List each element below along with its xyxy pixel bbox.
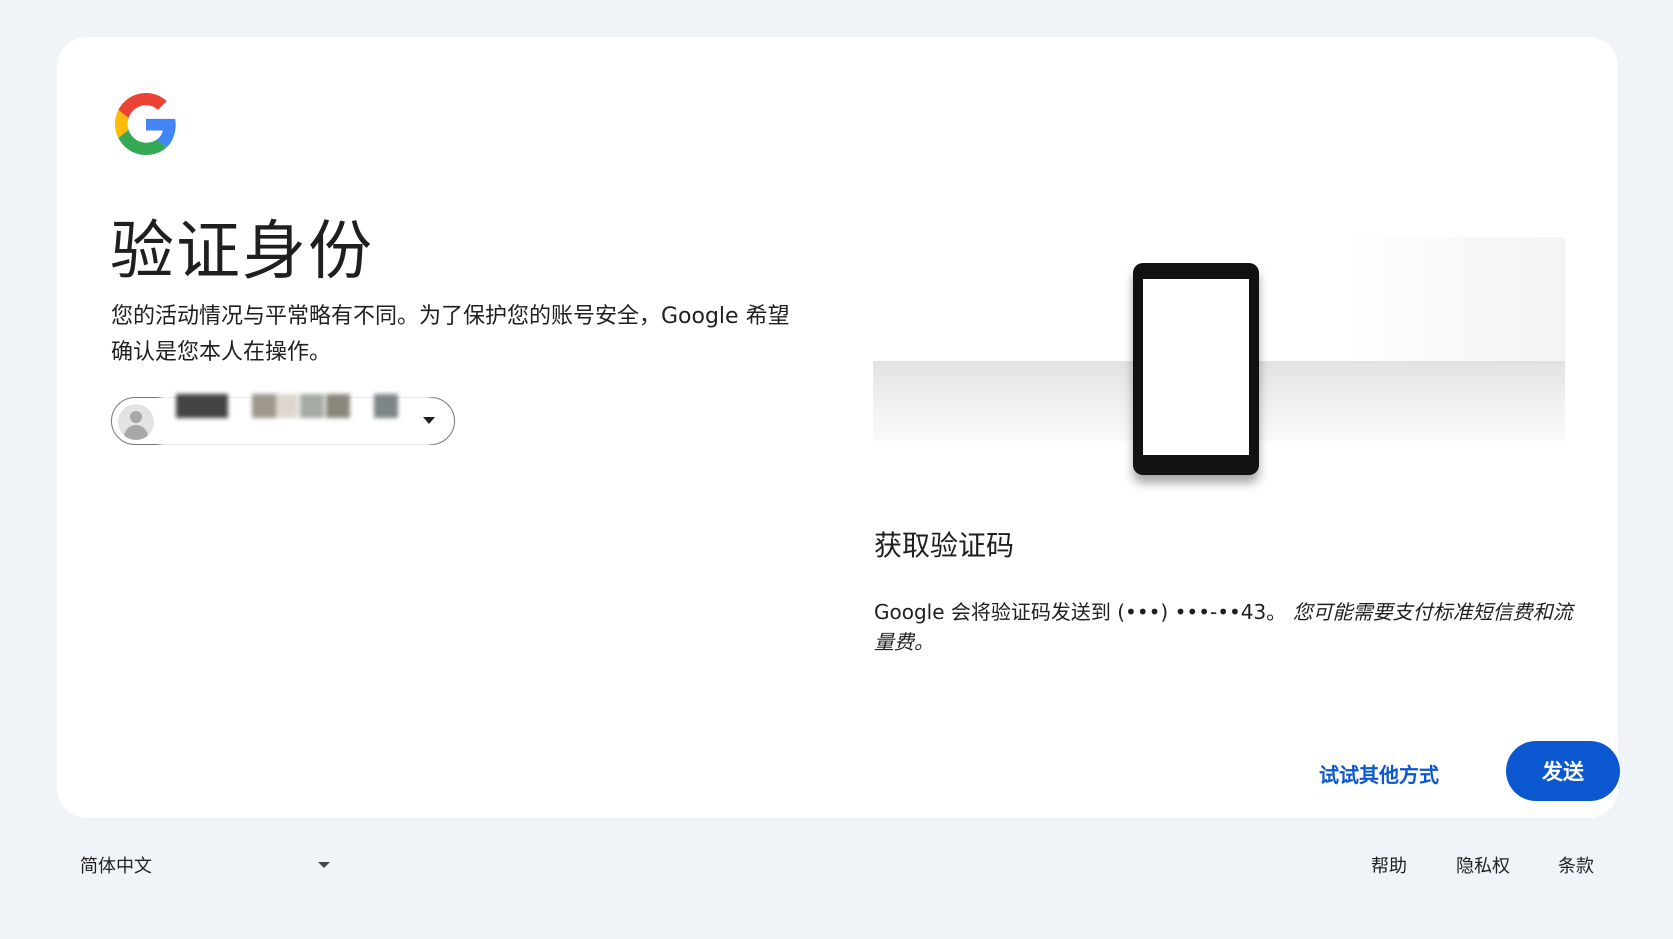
sms-description: Google 会将验证码发送到 (•••) •••-••43。 您可能需要支付标… [874, 597, 1574, 657]
phone-illustration [873, 207, 1565, 475]
redacted-email [160, 376, 430, 466]
page-description: 您的活动情况与平常略有不同。为了保护您的账号安全，Google 希望确认是您本人… [111, 304, 790, 365]
footer-link-terms[interactable]: 条款 [1558, 852, 1594, 878]
default-avatar-icon [118, 404, 154, 440]
send-button[interactable]: 发送 [1506, 741, 1620, 801]
sms-destination-text: Google 会将验证码发送到 (•••) •••-••43。 [874, 600, 1287, 624]
footer-link-help[interactable]: 帮助 [1371, 852, 1407, 878]
google-g-logo-icon [115, 93, 176, 155]
language-selector[interactable]: 简体中文 [80, 852, 336, 880]
account-chip[interactable] [111, 376, 455, 466]
try-another-way-button[interactable]: 试试其他方式 [1311, 753, 1447, 794]
footer-link-privacy[interactable]: 隐私权 [1456, 852, 1510, 878]
verification-card: 验证身份 您的活动情况与平常略有不同。为了保护您的账号安全，Google 希望确… [57, 37, 1620, 818]
chevron-down-icon [423, 417, 435, 424]
page-title: 验证身份 [110, 215, 374, 289]
phone-icon [1133, 263, 1259, 475]
caret-down-icon [318, 862, 330, 868]
language-label: 简体中文 [80, 856, 152, 877]
section-heading: 获取验证码 [874, 529, 1015, 562]
